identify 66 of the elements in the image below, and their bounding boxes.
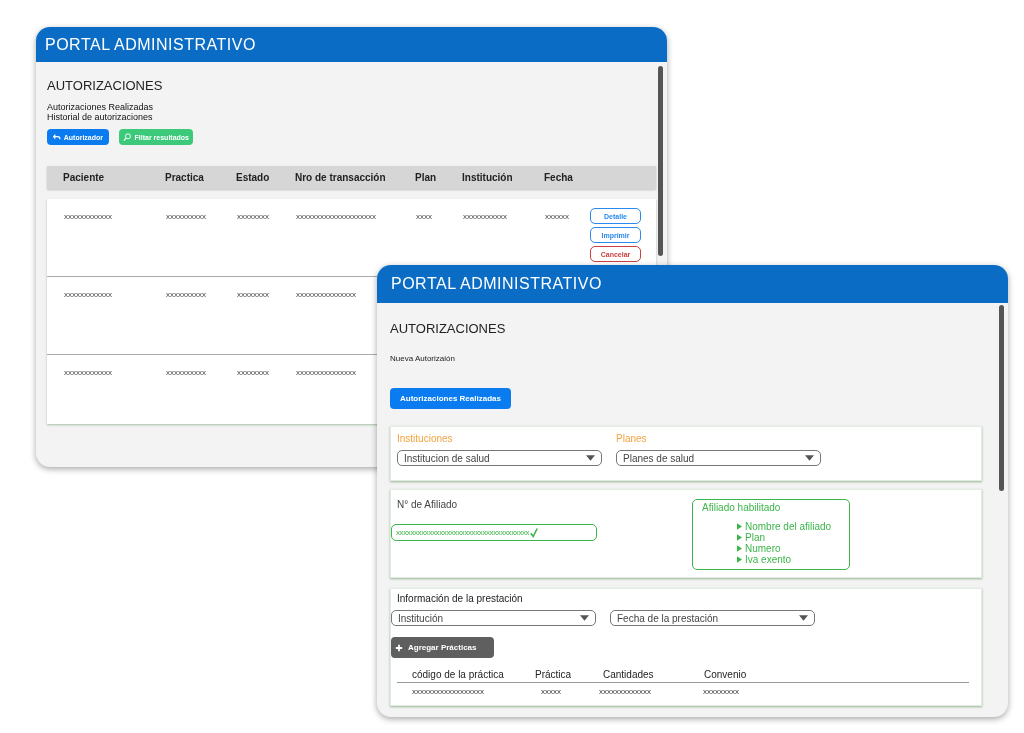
column-header: Practica (165, 172, 205, 183)
column-header: Práctica (535, 668, 573, 680)
table-cell-text: xxxxxxxxxxxxxxx (296, 368, 357, 377)
table-cell-text: xxxx (416, 212, 433, 221)
table-cell-text: xxxxxxxxxxx (463, 212, 508, 221)
nav-link[interactable]: Autorizaciones Realizadas (47, 102, 651, 112)
dropdown-icon (805, 455, 814, 461)
scrollbar[interactable] (658, 66, 663, 256)
table-cell-text: xxxxxxxxxxxxxxxxxxxx (296, 212, 377, 221)
select-field[interactable]: Fecha de la prestación (610, 610, 815, 626)
section-heading: AUTORIZACIONES (47, 78, 164, 93)
field-label: Instituciones (397, 433, 454, 444)
column-header: Plan (415, 172, 438, 183)
column-header: Fecha (544, 172, 574, 183)
table-cell-text: xxxxxxxxxxxx (64, 212, 113, 221)
bullet-icon (737, 556, 742, 563)
column-header: Estado (236, 172, 271, 183)
authorizations-button[interactable]: Autorizaciones Realizadas (390, 388, 511, 409)
table-cell-text: xxxxxxxxxxxx (64, 368, 113, 377)
table-cell-text: xxxxxxxxxxxxx (599, 686, 652, 696)
table-cell-text: xxxxxxxxxx (166, 212, 207, 221)
dropdown-icon (580, 615, 589, 621)
table-cell-text: xxxxxxxx (237, 368, 270, 377)
column-header: código de la práctica (412, 668, 505, 680)
bullet-icon (737, 545, 742, 552)
table-cell-text: xxxxxxxxxxxx (64, 290, 113, 299)
card-title: Información de la prestación (396, 593, 524, 604)
subheading: Nueva Autorizaión (390, 354, 456, 363)
scrollbar[interactable] (999, 305, 1004, 491)
field-label: Planes (616, 433, 648, 444)
bullet-icon (737, 534, 742, 541)
table-cell-text: xxxxxxxxxxxxxxx (296, 290, 357, 299)
search-icon (123, 132, 132, 142)
plus-icon (395, 643, 403, 652)
table-cell-text: xxxxxxxxxx (166, 290, 207, 299)
table-cell-text: xxxxxxxxxxxxxxxxxx (412, 686, 485, 696)
dropdown-icon (586, 455, 595, 461)
add-button[interactable]: Agregar Prácticas (391, 637, 494, 658)
column-header: Institución (462, 172, 514, 183)
dropdown-icon (799, 615, 808, 621)
status-item: Iva exento (745, 554, 792, 565)
section-heading: AUTORIZACIONES (390, 321, 507, 336)
table-cell-text: xxxxxxxxxx (166, 368, 207, 377)
column-header: Cantidades (603, 668, 655, 680)
table-cell-text: xxxxx (541, 686, 562, 696)
column-header: Paciente (63, 172, 106, 183)
select-field[interactable]: Institucion de salud (397, 450, 602, 466)
table-cell-text: xxxxxxxx (237, 212, 270, 221)
status-title: Afiliado habilitado (702, 502, 782, 513)
table-cell-text: xxxxxxxxx (703, 686, 740, 696)
window-title: PORTAL ADMINISTRATIVO (391, 275, 602, 293)
window-title: PORTAL ADMINISTRATIVO (45, 35, 256, 54)
select-field[interactable]: Institución (391, 610, 596, 626)
column-header: Nro de transacción (295, 172, 387, 183)
status-item: Plan (745, 532, 765, 543)
select-field[interactable]: Planes de salud (616, 450, 821, 466)
check-icon (530, 527, 539, 538)
bullet-icon (737, 523, 742, 530)
table-cell-text: xxxxxxxx (237, 290, 270, 299)
return-arrow-icon (53, 133, 61, 141)
status-item: Nombre del afiliado (745, 521, 832, 532)
table-cell-text: xxxxxx (545, 212, 570, 221)
status-item: Numero (745, 543, 781, 554)
column-header: Convenio (704, 668, 748, 680)
nav-link[interactable]: Historial de autorizaciones (47, 112, 651, 122)
field-label: N° de Afiliado (396, 499, 459, 510)
